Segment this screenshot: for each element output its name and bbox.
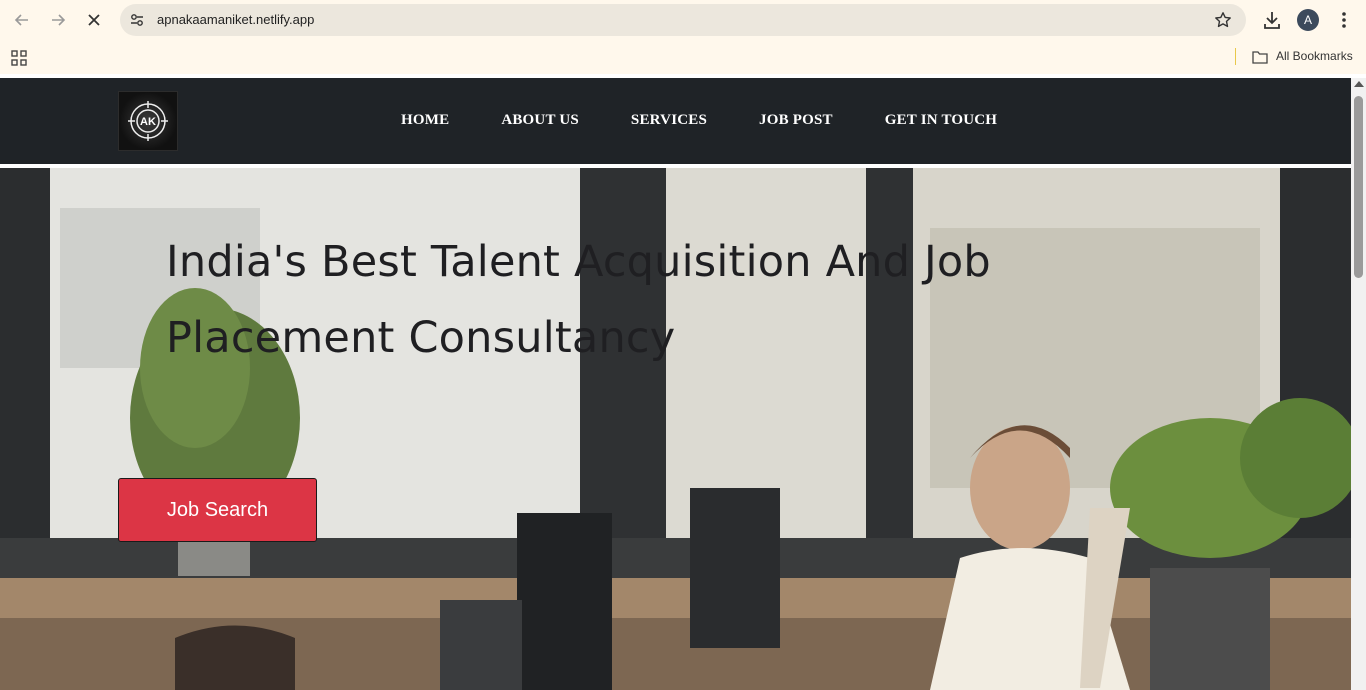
apps-icon[interactable] [11, 50, 27, 66]
nav-about-us[interactable]: ABOUT US [501, 112, 579, 129]
stop-icon[interactable] [82, 8, 106, 32]
scroll-thumb[interactable] [1354, 96, 1363, 278]
nav-services[interactable]: SERVICES [631, 112, 707, 129]
scroll-up-arrow-icon[interactable] [1354, 81, 1364, 87]
profile-avatar[interactable]: A [1297, 9, 1319, 31]
main-nav: HOME ABOUT US SERVICES JOB POST GET IN T… [401, 112, 997, 129]
site-logo[interactable]: AK [118, 91, 178, 151]
menu-icon[interactable] [1334, 10, 1354, 30]
address-bar[interactable]: apnakaamaniket.netlify.app [120, 4, 1246, 36]
url-text[interactable]: apnakaamaniket.netlify.app [157, 12, 314, 27]
all-bookmarks-link[interactable]: All Bookmarks [1276, 49, 1353, 63]
download-icon[interactable] [1261, 9, 1283, 31]
page-viewport: AK HOME ABOUT US SERVICES JOB POST GET I… [0, 78, 1351, 690]
bookmarks-divider [1235, 48, 1236, 65]
logo-text: AK [140, 116, 156, 128]
forward-icon[interactable] [46, 8, 70, 32]
browser-toolbar: apnakaamaniket.netlify.app A [0, 0, 1366, 40]
bookmarks-bar: All Bookmarks [0, 40, 1366, 74]
folder-icon[interactable] [1252, 50, 1268, 64]
job-search-button[interactable]: Job Search [118, 478, 317, 542]
nav-home[interactable]: HOME [401, 112, 449, 129]
bookmark-star-icon[interactable] [1214, 11, 1232, 29]
nav-get-in-touch[interactable]: GET IN TOUCH [885, 112, 997, 129]
back-icon[interactable] [10, 8, 34, 32]
nav-job-post[interactable]: JOB POST [759, 112, 833, 129]
hero-title: India's Best Talent Acquisition And Job … [166, 237, 991, 363]
hero-section: India's Best Talent Acquisition And Job … [0, 168, 1351, 690]
page-scrollbar[interactable] [1351, 78, 1366, 690]
site-settings-icon[interactable] [129, 12, 145, 28]
site-navbar: AK HOME ABOUT US SERVICES JOB POST GET I… [0, 78, 1351, 164]
